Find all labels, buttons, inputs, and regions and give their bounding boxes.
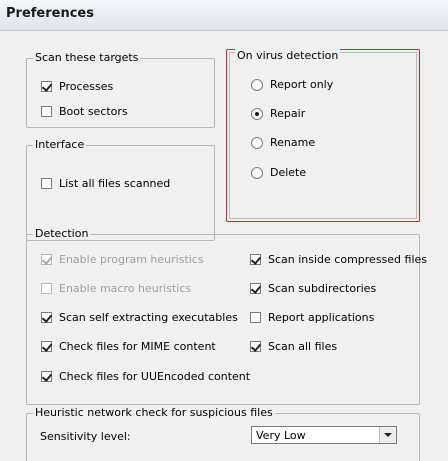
checkbox-box[interactable] bbox=[41, 341, 52, 352]
checkbox-box[interactable] bbox=[250, 254, 261, 265]
processes-checkbox[interactable]: Processes bbox=[41, 80, 113, 93]
sensitivity-level-select[interactable]: Very Low bbox=[251, 426, 397, 444]
uuencoded-content-checkbox[interactable]: Check files for UUEncoded content bbox=[41, 370, 250, 383]
checkbox-box[interactable] bbox=[41, 254, 52, 265]
scan-targets-group: Scan these targets Processes Boot sector… bbox=[26, 51, 215, 128]
checkbox-label: Check files for MIME content bbox=[59, 340, 216, 353]
repair-radio[interactable]: Repair bbox=[251, 107, 305, 120]
compressed-files-checkbox[interactable]: Scan inside compressed files bbox=[250, 253, 427, 266]
checkbox-box[interactable] bbox=[250, 283, 261, 294]
checkbox-label: Scan inside compressed files bbox=[268, 253, 428, 266]
radio-label: Report only bbox=[270, 78, 334, 91]
scan-all-files-checkbox[interactable]: Scan all files bbox=[250, 340, 337, 353]
on-virus-detection-legend: On virus detection bbox=[235, 49, 341, 62]
window-title: Preferences bbox=[6, 6, 94, 21]
sensitivity-level-label: Sensitivity level: bbox=[40, 430, 131, 443]
delete-radio[interactable]: Delete bbox=[251, 166, 306, 179]
title-bar: Preferences bbox=[0, 0, 448, 31]
preferences-panel: Scan these targets Processes Boot sector… bbox=[0, 31, 448, 461]
heuristic-network-legend: Heuristic network check for suspicious f… bbox=[33, 406, 275, 419]
radio-circle[interactable] bbox=[251, 136, 263, 149]
checkbox-label: Report applications bbox=[268, 311, 375, 324]
on-virus-detection-group: On virus detection Report only Repair Re… bbox=[226, 49, 420, 222]
radio-circle[interactable] bbox=[251, 166, 263, 179]
checkbox-box[interactable] bbox=[250, 341, 261, 352]
checkbox-label: Enable macro heuristics bbox=[59, 282, 192, 295]
radio-label: Rename bbox=[270, 136, 316, 149]
boot-sectors-checkbox[interactable]: Boot sectors bbox=[41, 105, 128, 118]
macro-heuristics-checkbox[interactable]: Enable macro heuristics bbox=[41, 282, 191, 295]
checkbox-label: Processes bbox=[59, 80, 114, 93]
chevron-down-icon[interactable] bbox=[379, 427, 396, 443]
checkbox-box[interactable] bbox=[41, 371, 52, 382]
checkbox-box[interactable] bbox=[41, 283, 52, 294]
checkbox-label: List all files scanned bbox=[59, 177, 171, 190]
program-heuristics-checkbox[interactable]: Enable program heuristics bbox=[41, 253, 204, 266]
detection-legend: Detection bbox=[33, 227, 91, 240]
report-only-radio[interactable]: Report only bbox=[251, 78, 333, 91]
radio-label: Repair bbox=[270, 107, 306, 120]
subdirectories-checkbox[interactable]: Scan subdirectories bbox=[250, 282, 376, 295]
checkbox-label: Scan all files bbox=[268, 340, 338, 353]
report-applications-checkbox[interactable]: Report applications bbox=[250, 311, 374, 324]
radio-label: Delete bbox=[270, 166, 307, 179]
detection-group: Detection Enable program heuristics Enab… bbox=[26, 227, 427, 405]
sensitivity-level-value: Very Low bbox=[256, 429, 306, 442]
checkbox-box[interactable] bbox=[41, 81, 52, 92]
self-extracting-checkbox[interactable]: Scan self extracting executables bbox=[41, 311, 238, 324]
checkbox-label: Scan subdirectories bbox=[268, 282, 377, 295]
radio-circle[interactable] bbox=[251, 78, 263, 91]
checkbox-box[interactable] bbox=[41, 178, 52, 189]
list-all-files-checkbox[interactable]: List all files scanned bbox=[41, 177, 170, 190]
checkbox-label: Boot sectors bbox=[59, 105, 128, 118]
checkbox-box[interactable] bbox=[250, 312, 261, 323]
checkbox-label: Scan self extracting executables bbox=[59, 311, 238, 324]
rename-radio[interactable]: Rename bbox=[251, 136, 315, 149]
checkbox-label: Check files for UUEncoded content bbox=[59, 370, 251, 383]
radio-circle[interactable] bbox=[251, 107, 263, 120]
checkbox-box[interactable] bbox=[41, 312, 52, 323]
checkbox-box[interactable] bbox=[41, 106, 52, 117]
scan-targets-legend: Scan these targets bbox=[33, 51, 141, 64]
checkbox-label: Enable program heuristics bbox=[59, 253, 204, 266]
interface-legend: Interface bbox=[33, 138, 87, 151]
mime-content-checkbox[interactable]: Check files for MIME content bbox=[41, 340, 216, 353]
